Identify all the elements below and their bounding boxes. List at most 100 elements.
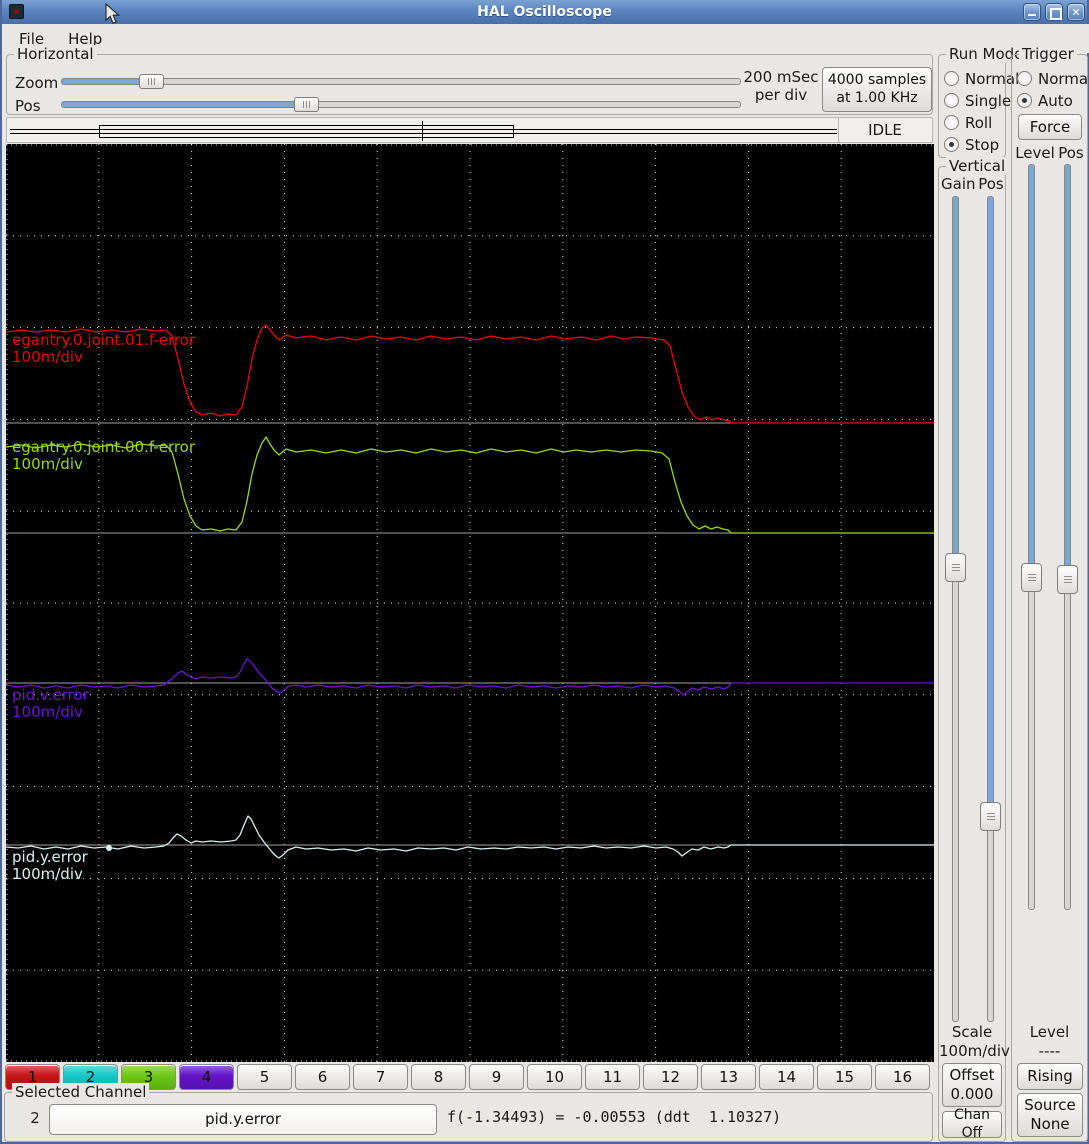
minimize-button[interactable]: [1023, 3, 1041, 21]
trigger-panel: Trigger Normal Auto Force Level Pos Leve…: [1011, 45, 1089, 1142]
source-label: Source: [1024, 1096, 1076, 1115]
channel-number: 9: [491, 1067, 502, 1086]
channel-number: 15: [834, 1067, 855, 1086]
pos-slider-label: Pos: [15, 97, 41, 115]
vertical-panel: Vertical Gain Pos Scale 100m/div Offset …: [938, 157, 1010, 1142]
radio-selected-icon: [1017, 93, 1032, 108]
channel-number: 6: [317, 1067, 328, 1086]
radio-icon: [944, 93, 959, 108]
radio-icon: [1017, 71, 1032, 86]
offset-button[interactable]: Offset 0.000: [942, 1063, 1002, 1107]
channel-button-12[interactable]: 12: [643, 1064, 698, 1090]
channel-button-9[interactable]: 9: [469, 1064, 524, 1090]
scope-display: egantry.0.joint.01.f-error 100m/div egantr…: [5, 144, 934, 1062]
force-label: Force: [1029, 117, 1071, 136]
channel-number: 14: [776, 1067, 797, 1086]
vertical-panel-label: Vertical: [946, 157, 1009, 175]
selected-channel-name: pid.y.error: [205, 1110, 281, 1129]
run-mode-panel: Run Mode Normal Single Roll Stop: [938, 45, 1027, 158]
radio-selected-icon: [944, 137, 959, 152]
channel-button-6[interactable]: 6: [295, 1064, 350, 1090]
level-slider-label: Level: [1015, 144, 1055, 162]
trigger-pos-slider-label: Pos: [1058, 144, 1084, 162]
chan-off-button[interactable]: Chan Off: [942, 1107, 1002, 1141]
svg-text:100m/div: 100m/div: [12, 865, 83, 883]
trigger-level-slider[interactable]: [1028, 164, 1035, 910]
horizontal-panel-label: Horizontal: [14, 45, 97, 63]
svg-text:100m/div: 100m/div: [12, 455, 83, 473]
channel-button-11[interactable]: 11: [585, 1064, 640, 1090]
edge-button[interactable]: Rising: [1017, 1063, 1083, 1090]
maximize-button[interactable]: [1045, 3, 1063, 21]
trigger-normal[interactable]: Normal: [1017, 69, 1089, 88]
selected-channel-panel-label: Selected Channel: [12, 1083, 150, 1101]
app-icon[interactable]: [9, 4, 24, 19]
radio-label: Auto: [1038, 91, 1073, 110]
force-button[interactable]: Force: [1018, 114, 1082, 140]
vertical-pos-slider-handle[interactable]: [980, 802, 1001, 831]
channel-button-16[interactable]: 16: [875, 1064, 930, 1090]
cursor-value-readout: f(-1.34493) = -0.00553 (ddt 1.10327): [447, 1108, 782, 1126]
channel-button-8[interactable]: 8: [411, 1064, 466, 1090]
radio-label: Normal: [1038, 69, 1089, 88]
capture-status: IDLE: [868, 121, 902, 139]
channel-button-4[interactable]: 4: [179, 1064, 234, 1090]
edge-label: Rising: [1027, 1067, 1073, 1086]
vertical-gain-slider[interactable]: [952, 196, 959, 1022]
channel-button-10[interactable]: 10: [527, 1064, 582, 1090]
mouse-cursor: [105, 2, 121, 29]
scope-canvas: egantry.0.joint.01.f-error100m/divegantr…: [5, 144, 934, 1062]
vertical-pos-slider[interactable]: [987, 196, 994, 1022]
channel-button-13[interactable]: 13: [701, 1064, 756, 1090]
window-title: HAL Oscilloscope: [477, 4, 612, 20]
record-window-box: [99, 125, 514, 138]
trigger-level-value: ----: [1038, 1042, 1061, 1060]
channel-number: 7: [375, 1067, 386, 1086]
svg-text:pid.y.error: pid.y.error: [12, 848, 89, 866]
svg-text:egantry.0.joint.01.f-error: egantry.0.joint.01.f-error: [12, 331, 196, 349]
radio-icon: [944, 115, 959, 130]
channel-button-14[interactable]: 14: [759, 1064, 814, 1090]
channel-button-5[interactable]: 5: [237, 1064, 292, 1090]
trigger-pos-slider[interactable]: [1064, 164, 1071, 910]
channel-number: 11: [602, 1067, 623, 1086]
title-bar: HAL Oscilloscope ✕: [2, 0, 1087, 24]
scale-value: 100m/div: [939, 1042, 1010, 1060]
trigger-auto[interactable]: Auto: [1017, 91, 1073, 110]
horizontal-pos-slider[interactable]: [61, 101, 741, 108]
trigger-level-slider-handle[interactable]: [1021, 563, 1042, 592]
selected-channel-name-button[interactable]: pid.y.error: [49, 1104, 437, 1135]
run-mode-normal[interactable]: Normal: [944, 70, 1019, 88]
selected-channel-number: 2: [30, 1109, 40, 1127]
run-mode-roll[interactable]: Roll: [944, 114, 992, 132]
horizontal-zoom-slider-handle[interactable]: [139, 74, 164, 89]
trigger-panel-label: Trigger: [1019, 45, 1077, 63]
window-frame: HAL Oscilloscope ✕ File Help Horizontal …: [0, 0, 1089, 1144]
trigger-source-button[interactable]: Source None: [1017, 1093, 1083, 1137]
channel-number: 10: [544, 1067, 565, 1086]
channel-button-15[interactable]: 15: [817, 1064, 872, 1090]
run-mode-single[interactable]: Single: [944, 91, 1012, 110]
channel-button-7[interactable]: 7: [353, 1064, 408, 1090]
radio-label: Single: [965, 91, 1012, 110]
horizontal-pos-slider-handle[interactable]: [294, 97, 319, 112]
svg-text:100m/div: 100m/div: [12, 348, 83, 366]
close-button[interactable]: ✕: [1067, 3, 1085, 21]
time-per-div-units: per div: [754, 86, 808, 104]
trigger-position-cursor: [422, 121, 423, 141]
sample-count: 4000 samples: [827, 72, 927, 88]
sample-rate-button[interactable]: 4000 samples at 1.00 KHz: [822, 67, 932, 112]
horizontal-panel: Horizontal Zoom Pos 200 mSec per div 400…: [6, 45, 933, 115]
radio-icon: [944, 71, 959, 86]
selected-channel-panel: Selected Channel 2 pid.y.error f(-1.3449…: [4, 1083, 933, 1142]
channel-number: 5: [259, 1067, 270, 1086]
svg-text:egantry.0.joint.00.f-error: egantry.0.joint.00.f-error: [12, 438, 196, 456]
zoom-slider-label: Zoom: [15, 74, 59, 92]
run-mode-stop[interactable]: Stop: [944, 136, 999, 154]
source-value: None: [1030, 1115, 1070, 1133]
vertical-gain-slider-handle[interactable]: [945, 553, 966, 582]
offset-label: Offset: [949, 1066, 995, 1085]
menu-bar: File Help: [4, 24, 1089, 53]
svg-text:pid.v.error: pid.v.error: [12, 686, 90, 704]
trigger-pos-slider-handle[interactable]: [1057, 565, 1078, 594]
